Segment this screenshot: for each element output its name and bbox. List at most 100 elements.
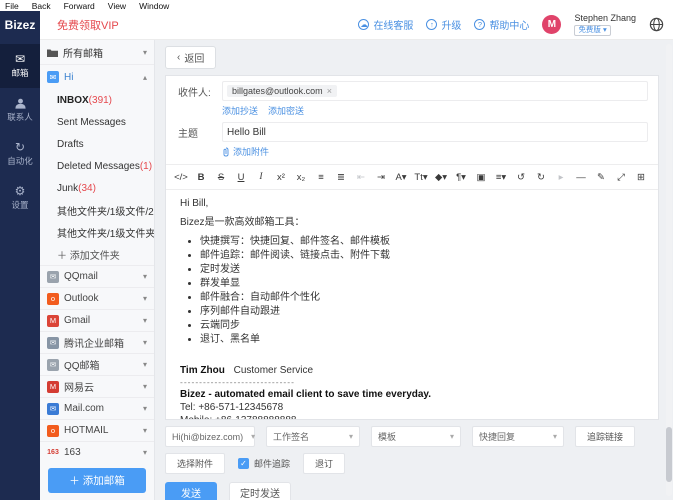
menu-forward[interactable]: Forward [64, 1, 95, 11]
header-right: ☁ 在线客服 ↑ 升级 ? 帮助中心 M Stephen Zhang 免费版 ▾ [358, 14, 673, 35]
highlight-color-icon[interactable]: ◆▾ [432, 169, 450, 185]
undo-icon[interactable]: ↺ [512, 169, 530, 185]
menu-view[interactable]: View [108, 1, 126, 11]
feature-item: 邮件追踪：邮件阅读、链接点击、附件下载 [200, 249, 644, 262]
subject-input[interactable]: Hello Bill [222, 122, 648, 142]
rail-item-settings[interactable]: ⚙ 设置 [0, 176, 40, 220]
insert-image-icon[interactable]: ▣ [472, 169, 490, 185]
chevron-down-icon: ▾ [143, 338, 147, 347]
folder-other-2[interactable]: 其他文件夹/1级文件/2级... [40, 199, 154, 221]
online-support-link[interactable]: ☁ 在线客服 [358, 17, 413, 32]
user-name: Stephen Zhang [574, 14, 636, 24]
account-gmail[interactable]: M Gmail ▾ [40, 309, 154, 331]
os-menubar: File Back Forward View Window [0, 0, 673, 11]
choose-attachment-button[interactable]: 选择附件 [165, 453, 225, 474]
font-color-icon[interactable]: A▾ [392, 169, 410, 185]
folder-inbox[interactable]: INBOX (391) [40, 89, 154, 111]
rail-item-mail[interactable]: ✉ 邮箱 [0, 44, 40, 88]
chevron-down-icon: ▾ [143, 294, 147, 303]
add-cc-link[interactable]: 添加抄送 [222, 104, 258, 117]
underline-icon[interactable]: U [232, 169, 250, 185]
from-account-select[interactable]: Hi(hi@bizez.com) ▾ [165, 426, 255, 447]
subscript-icon[interactable]: x₂ [292, 169, 310, 185]
rail-item-automation[interactable]: ↻ 自动化 [0, 132, 40, 176]
account-hi-toggle[interactable]: ✉ Hi ▴ [40, 65, 154, 89]
folder-junk[interactable]: Junk (34) [40, 177, 154, 199]
add-attachment-link[interactable]: 添加附件 [166, 142, 658, 158]
folder-deleted[interactable]: Deleted Messages (1) [40, 155, 154, 177]
chevron-down-icon: ▾ [143, 272, 147, 281]
upgrade-link[interactable]: ↑ 升级 [426, 17, 461, 32]
menu-window[interactable]: Window [139, 1, 169, 11]
redo-icon[interactable]: ↻ [532, 169, 550, 185]
account-qq-mailbox[interactable]: ✉ QQ邮箱 ▾ [40, 353, 154, 375]
unsubscribe-button[interactable]: 退订 [303, 453, 345, 474]
preview-icon[interactable]: ▸ [552, 169, 570, 185]
hotmail-icon: o [47, 425, 59, 437]
bold-icon[interactable]: B [192, 169, 210, 185]
help-center-link[interactable]: ? 帮助中心 [474, 17, 529, 32]
source-grid-icon[interactable]: ⊞ [632, 169, 650, 185]
horizontal-rule-icon[interactable]: — [572, 169, 590, 185]
fullscreen-icon[interactable]: ⤢ [612, 169, 630, 185]
back-label: 返回 [184, 50, 204, 65]
free-vip-link[interactable]: 免费领取VIP [57, 17, 119, 33]
chevron-down-icon: ▾ [143, 426, 147, 435]
account-mailcom[interactable]: ✉ Mail.com ▾ [40, 397, 154, 419]
account-netease[interactable]: M 网易云 ▾ [40, 375, 154, 397]
all-mailboxes-dropdown[interactable]: 所有邮箱 ▾ [40, 40, 154, 65]
add-folder-button[interactable]: ＋ 添加文件夹 [40, 243, 154, 265]
template-select[interactable]: 模板 ▾ [371, 426, 461, 447]
email-body-editor[interactable]: Hi Bill, Bizez是一款高效邮箱工具： 快捷撰写：快捷回复、邮件签名、… [166, 190, 658, 420]
account-163[interactable]: 163 163 ▾ [40, 441, 154, 463]
track-link-button[interactable]: 追踪链接 [575, 426, 635, 447]
account-qqmail[interactable]: ✉ QQmail ▾ [40, 265, 154, 287]
folder-other-1[interactable]: 其他文件夹/1级文件夹 [40, 221, 154, 243]
bullet-list-icon[interactable]: ≡ [312, 169, 330, 185]
paragraph-format-icon[interactable]: ¶▾ [452, 169, 470, 185]
account-hotmail[interactable]: o HOTMAIL ▾ [40, 419, 154, 441]
folder-drafts[interactable]: Drafts [40, 133, 154, 155]
scrollbar-thumb[interactable] [666, 427, 672, 482]
strikethrough-icon[interactable]: S [212, 169, 230, 185]
add-bcc-link[interactable]: 添加密送 [268, 104, 304, 117]
format-painter-icon[interactable]: ✎ [592, 169, 610, 185]
folder-label: INBOX [57, 95, 89, 106]
plan-dropdown[interactable]: 免费版 ▾ [574, 25, 610, 35]
menu-file[interactable]: File [5, 1, 19, 11]
menu-back[interactable]: Back [32, 1, 51, 11]
signature-title: Customer Service [234, 365, 313, 376]
indent-icon[interactable]: ⇥ [372, 169, 390, 185]
chip-remove-icon[interactable]: × [327, 86, 332, 96]
send-row: 发送 定时发送 [165, 482, 659, 500]
back-button[interactable]: ‹ 返回 [165, 46, 216, 69]
account-tencent-biz[interactable]: ✉ 腾讯企业邮箱 ▾ [40, 331, 154, 353]
recipient-email: billgates@outlook.com [232, 86, 323, 96]
numbered-list-icon[interactable]: ≣ [332, 169, 350, 185]
netease-icon: M [47, 381, 59, 393]
outdent-icon[interactable]: ⇤ [352, 169, 370, 185]
mail-tracking-checkbox[interactable]: ✓ [238, 458, 249, 469]
rail-item-contacts[interactable]: 联系人 [0, 88, 40, 132]
language-globe-icon[interactable] [649, 17, 664, 32]
schedule-send-button[interactable]: 定时发送 [229, 482, 291, 500]
help-icon: ? [474, 19, 485, 30]
account-outlook[interactable]: o Outlook ▾ [40, 287, 154, 309]
send-button[interactable]: 发送 [165, 482, 217, 500]
recipient-input[interactable]: billgates@outlook.com × [222, 81, 648, 101]
folder-sent[interactable]: Sent Messages [40, 111, 154, 133]
chevron-down-icon: ▾ [143, 360, 147, 369]
quick-reply-select[interactable]: 快捷回复 ▾ [472, 426, 564, 447]
align-icon[interactable]: ≡▾ [492, 169, 510, 185]
font-size-icon[interactable]: Tt▾ [412, 169, 430, 185]
vertical-scrollbar[interactable] [666, 44, 672, 496]
italic-icon[interactable]: I [252, 169, 270, 185]
subject-value: Hello Bill [227, 127, 266, 138]
signature-select[interactable]: 工作签名 ▾ [266, 426, 360, 447]
add-mailbox-button[interactable]: ＋ 添加邮箱 [48, 468, 146, 493]
recipient-chip[interactable]: billgates@outlook.com × [227, 85, 337, 97]
user-avatar[interactable]: M [542, 15, 561, 34]
superscript-icon[interactable]: x² [272, 169, 290, 185]
contacts-icon [14, 97, 27, 109]
code-view-icon[interactable]: </> [172, 169, 190, 185]
